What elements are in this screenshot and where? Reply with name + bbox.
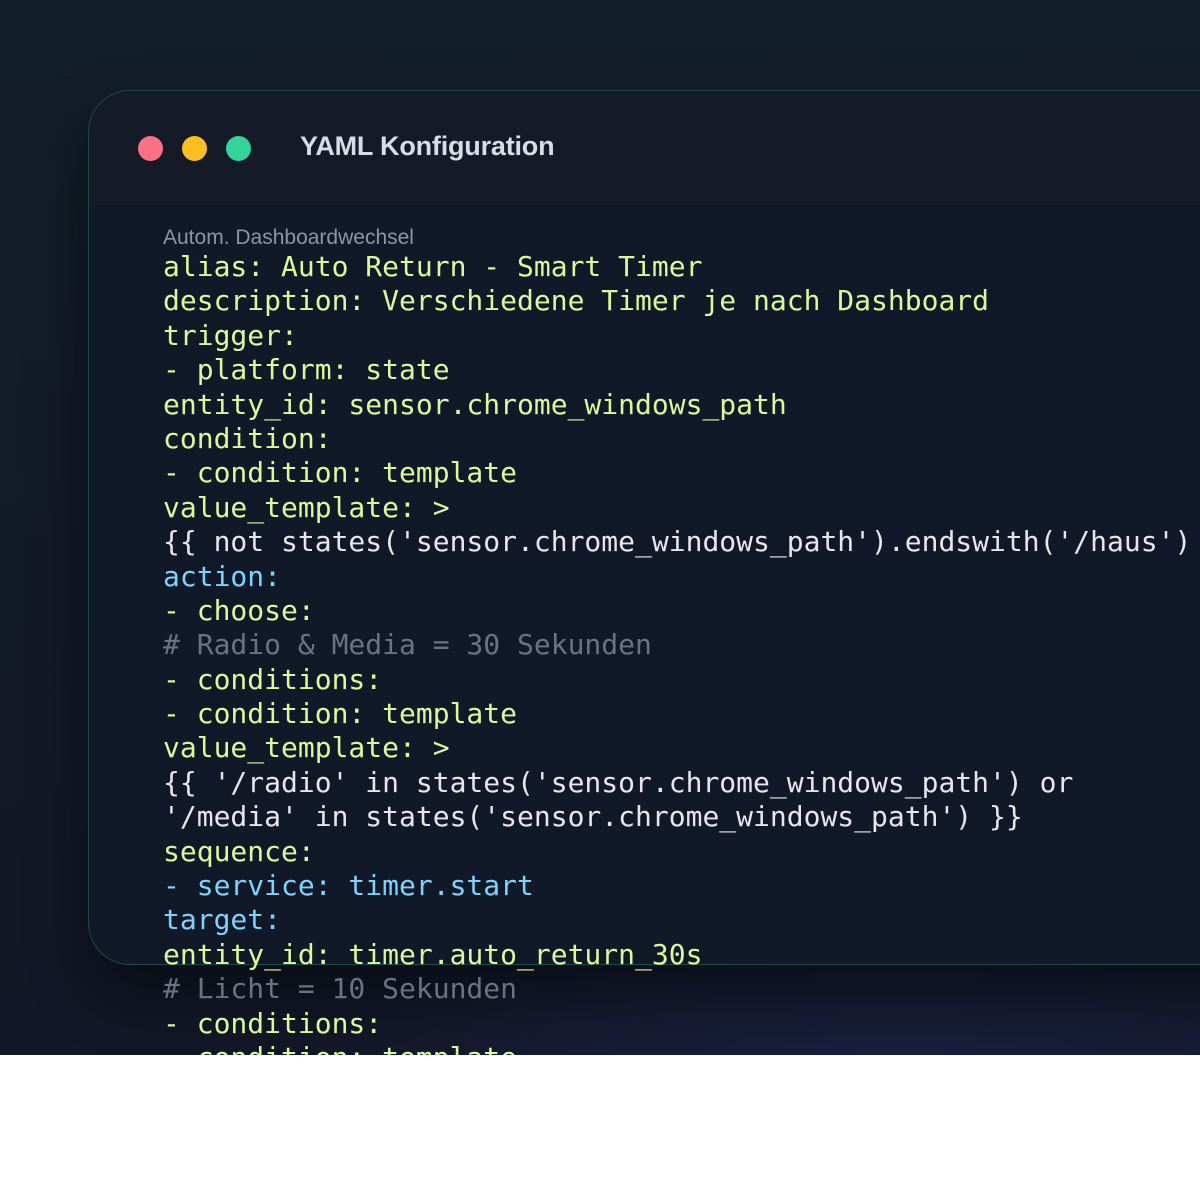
code-line: - choose: xyxy=(163,593,315,627)
code-line: value_template: > xyxy=(163,490,450,524)
code-line: description: Verschiedene Timer je nach … xyxy=(163,284,990,318)
code-line: value_template: > xyxy=(163,731,450,765)
code-line: - platform: state xyxy=(163,353,450,387)
code-line: condition: xyxy=(163,421,332,455)
close-button[interactable] xyxy=(138,136,163,161)
code-caption: Autom. Dashboardwechsel xyxy=(163,226,414,249)
code-line: # Licht = 10 Sekunden xyxy=(163,972,518,1006)
code-lines: alias: Auto Return - Smart Timer descript… xyxy=(163,250,1200,1055)
code-editor[interactable]: Autom. Dashboardwechsel alias: Auto Retu… xyxy=(163,225,1200,1055)
code-line: sequence: xyxy=(163,834,315,868)
code-line: - conditions: xyxy=(163,1006,383,1040)
code-line: {{ not states('sensor.chrome_windows_pat… xyxy=(163,525,1200,559)
code-line: entity_id: timer.auto_return_30s xyxy=(163,937,703,971)
window-titlebar: YAML Konfiguration xyxy=(89,91,1200,204)
code-line: - conditions: xyxy=(163,662,383,696)
background: YAML Konfiguration Autom. Dashboardwechs… xyxy=(0,0,1200,1055)
code-line: trigger: xyxy=(163,318,298,352)
code-line: # Radio & Media = 30 Sekunden xyxy=(163,628,652,662)
window-title: YAML Konfiguration xyxy=(300,131,555,161)
maximize-button[interactable] xyxy=(226,136,251,161)
code-line: - condition: template xyxy=(163,1041,1200,1055)
code-line: entity_id: sensor.chrome_windows_path xyxy=(163,387,787,421)
code-line: action: xyxy=(163,559,282,593)
code-line: '/media' in states('sensor.chrome_window… xyxy=(163,800,1023,834)
minimize-button[interactable] xyxy=(182,136,207,161)
code-line: - service: timer.start xyxy=(163,869,534,903)
code-line: - condition: template xyxy=(163,697,518,731)
code-line: target: xyxy=(163,903,282,937)
code-line: {{ '/radio' in states('sensor.chrome_win… xyxy=(163,765,1074,799)
code-line: - condition: template xyxy=(163,456,518,490)
code-line: alias: Auto Return - Smart Timer xyxy=(163,250,703,283)
